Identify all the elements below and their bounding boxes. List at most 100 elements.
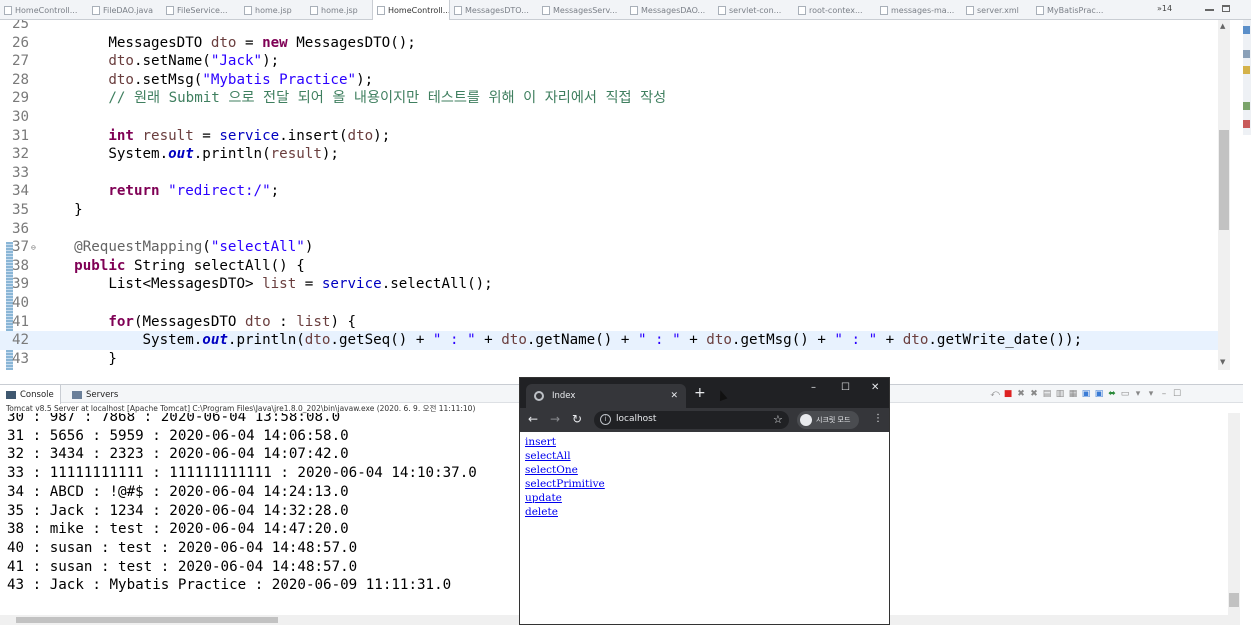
page-link[interactable]: update	[525, 492, 562, 504]
editor-tab-label: server.xml	[977, 5, 1019, 15]
code-line[interactable]: 34 return "redirect:/";	[0, 182, 1218, 201]
maximize-editor-icon[interactable]	[1222, 5, 1230, 12]
editor-tab[interactable]: HomeControll...✕	[372, 0, 450, 20]
code-text: public String selectAll() {	[40, 257, 305, 276]
console-hscroll-thumb[interactable]	[16, 617, 278, 623]
back-icon[interactable]: ←	[528, 412, 538, 426]
word-wrap-icon[interactable]: ▦	[1068, 389, 1078, 399]
minimize-editor-icon[interactable]	[1205, 3, 1214, 11]
forward-icon[interactable]: →	[550, 412, 560, 426]
browser-tab[interactable]: Index ✕	[526, 384, 686, 408]
remove-all-icon[interactable]: ✖	[1029, 389, 1039, 399]
scroll-up-icon[interactable]: ▲	[1220, 22, 1225, 30]
code-token: .selectAll();	[381, 276, 493, 293]
outline-icon[interactable]	[1242, 50, 1250, 58]
code-line[interactable]: 37 ⊖ @RequestMapping("selectAll")	[0, 238, 1218, 257]
file-icon	[798, 5, 806, 15]
code-line[interactable]: 30	[0, 108, 1218, 127]
show-stdout-icon[interactable]: ▣	[1081, 389, 1091, 399]
page-link[interactable]: insert	[525, 436, 556, 448]
editor-scroll-thumb[interactable]	[1219, 130, 1229, 230]
code-token: MessagesDTO	[40, 34, 211, 51]
editor-tab[interactable]: servlet-con...	[714, 0, 794, 20]
scroll-down-icon[interactable]: ▼	[1220, 358, 1225, 366]
code-token: )	[304, 239, 314, 256]
code-line[interactable]: 26 MessagesDTO dto = new MessagesDTO();	[0, 34, 1218, 53]
terminate-icon[interactable]: ■	[1003, 389, 1013, 399]
code-token: // 원래 Submit 으로 전달 되어 올 내용이지만 테스트를 위해 이 …	[40, 90, 667, 107]
editor-tab[interactable]: home.jsp	[306, 0, 372, 20]
open-console-icon[interactable]: ▾	[1133, 389, 1143, 399]
code-line[interactable]: 38 public String selectAll() {	[0, 257, 1218, 276]
page-link[interactable]: delete	[525, 506, 558, 518]
scroll-lock-icon[interactable]: ▥	[1055, 389, 1065, 399]
bookmark-star-icon[interactable]: ☆	[773, 413, 783, 426]
editor-vertical-scrollbar[interactable]: ▲ ▼	[1218, 20, 1230, 370]
page-link[interactable]: selectPrimitive	[525, 478, 605, 490]
show-stderr-icon[interactable]: ▣	[1094, 389, 1104, 399]
minimize-window-icon[interactable]: –	[811, 382, 816, 393]
close-window-icon[interactable]: ✕	[871, 382, 879, 393]
console-scroll-thumb[interactable]	[1229, 593, 1239, 607]
editor-tab-label: MyBatisPrac...	[1047, 5, 1104, 15]
editor-tab[interactable]: MessagesServ...	[538, 0, 626, 20]
code-line[interactable]: 41 for(MessagesDTO dto : list) {	[0, 313, 1218, 332]
new-tab-icon[interactable]: +	[694, 385, 706, 401]
minimize-view-icon[interactable]: –	[1159, 389, 1169, 399]
site-info-icon[interactable]: i	[600, 414, 611, 425]
remove-launch-icon[interactable]: ⤺	[990, 389, 1000, 399]
editor-tab[interactable]: MyBatisPrac...	[1032, 0, 1110, 20]
code-line[interactable]: 27 dto.setName("Jack");	[0, 52, 1218, 71]
editor-tab[interactable]: root-contex...	[794, 0, 876, 20]
incognito-badge[interactable]: 시크릿 모드	[797, 411, 859, 429]
tab-overflow-indicator[interactable]: »14	[1157, 4, 1172, 13]
code-token: .getSeq() +	[330, 332, 433, 349]
code-line[interactable]: 33	[0, 164, 1218, 183]
editor-tab[interactable]: HomeControll...	[0, 0, 88, 20]
code-line[interactable]: 42 System.out.println(dto.getSeq() + " :…	[0, 331, 1218, 351]
code-line[interactable]: 29 // 원래 Submit 으로 전달 되어 올 내용이지만 테스트를 위해…	[0, 89, 1218, 108]
editor-tab[interactable]: MessagesDTO...	[450, 0, 538, 20]
tab-console[interactable]: Console	[0, 385, 61, 404]
view-menu-icon[interactable]: ▾	[1146, 389, 1156, 399]
fold-toggle-icon[interactable]: ⊖	[31, 238, 36, 257]
code-line[interactable]: 28 dto.setMsg("Mybatis Practice");	[0, 71, 1218, 90]
remove-icon[interactable]: ✖	[1016, 389, 1026, 399]
editor-tab[interactable]: FileDAO.java	[88, 0, 162, 20]
pin-console-icon[interactable]: ⬌	[1107, 389, 1117, 399]
code-line[interactable]: 40	[0, 294, 1218, 313]
code-line[interactable]: 35 }	[0, 201, 1218, 220]
code-line[interactable]: 36	[0, 220, 1218, 239]
line-number: 30	[12, 109, 30, 125]
maximize-window-icon[interactable]: ☐	[841, 382, 850, 393]
task-icon[interactable]	[1242, 66, 1250, 74]
console-vertical-scrollbar[interactable]	[1228, 413, 1240, 615]
code-text: System.out.println(dto.getSeq() + " : " …	[40, 331, 1082, 350]
editor-tab[interactable]: MessagesDAO...	[626, 0, 714, 20]
page-link[interactable]: selectOne	[525, 464, 578, 476]
clear-console-icon[interactable]: ▤	[1042, 389, 1052, 399]
editor-tab[interactable]: server.xml	[962, 0, 1032, 20]
reload-icon[interactable]: ↻	[572, 412, 582, 426]
editor-tab[interactable]: home.jsp	[240, 0, 306, 20]
tab-servers[interactable]: Servers	[72, 385, 118, 404]
address-url[interactable]: localhost	[616, 414, 656, 424]
page-link[interactable]: selectAll	[525, 450, 571, 462]
line-number: 29	[12, 90, 30, 107]
problems-icon[interactable]	[1242, 102, 1250, 110]
browser-menu-icon[interactable]: ⋮	[873, 413, 883, 424]
display-console-icon[interactable]: ▭	[1120, 389, 1130, 399]
code-line[interactable]: 32 System.out.println(result);	[0, 145, 1218, 164]
restore-icon[interactable]	[1242, 26, 1250, 34]
code-editor[interactable]: 25 26 MessagesDTO dto = new MessagesDTO()…	[0, 20, 1243, 370]
code-line[interactable]: 39 List<MessagesDTO> list = service.sele…	[0, 275, 1218, 294]
code-line[interactable]: 25	[0, 20, 1218, 34]
close-tab-icon[interactable]: ✕	[670, 391, 678, 401]
editor-tab[interactable]: messages-ma...	[876, 0, 962, 20]
maximize-view-icon[interactable]: ☐	[1172, 389, 1182, 399]
code-line[interactable]: 43 }	[0, 350, 1218, 369]
editor-tab[interactable]: FileService...	[162, 0, 240, 20]
code-line[interactable]: 31 int result = service.insert(dto);	[0, 127, 1218, 146]
error-log-icon[interactable]	[1242, 120, 1250, 128]
address-bar[interactable]: i localhost ☆	[594, 411, 789, 429]
